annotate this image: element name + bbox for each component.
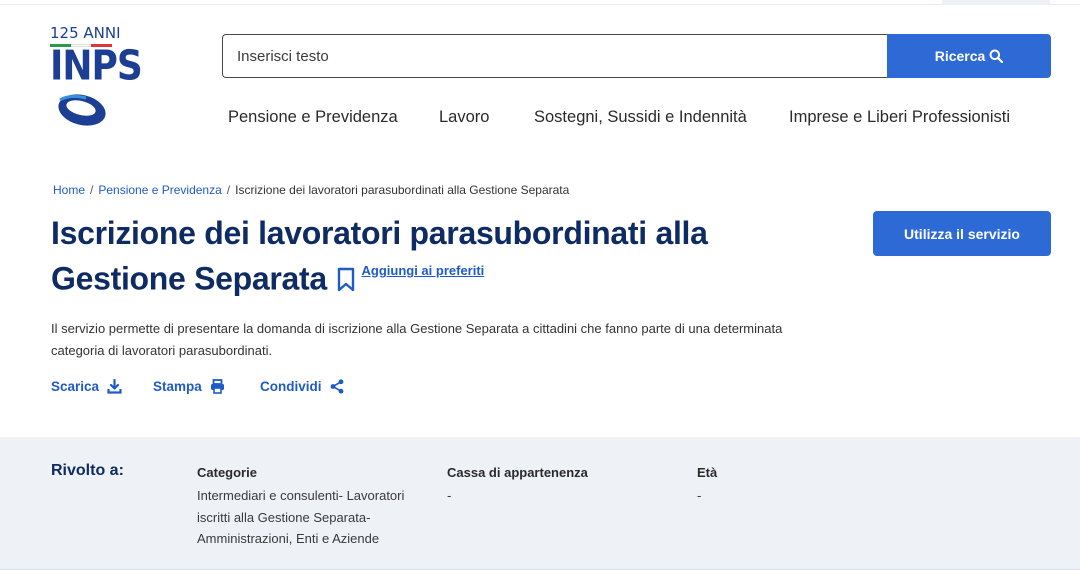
breadcrumb-separator: / [90, 183, 94, 197]
cassa-label: Cassa di appartenenza [447, 465, 588, 480]
breadcrumb-home[interactable]: Home [53, 183, 85, 197]
search-bar: Ricerca [222, 34, 1051, 78]
categories-value: Intermediari e consulenti- Lavoratori is… [197, 488, 405, 546]
nav-item-imprese[interactable]: Imprese e Liberi Professionisti [789, 108, 1010, 127]
nav-item-sostegni[interactable]: Sostegni, Sussidi e Indennità [534, 108, 747, 127]
bookmark-icon [337, 267, 354, 291]
nav-item-lavoro[interactable]: Lavoro [439, 108, 489, 127]
logo-anniversary: 125 ANNI [50, 24, 121, 42]
page-title: Iscrizione dei lavoratori parasubordinat… [51, 212, 771, 301]
share-action[interactable]: Condividi [260, 379, 344, 394]
page-title-line2: Gestione Separata [51, 260, 327, 297]
search-button-label: Ricerca [934, 48, 986, 64]
share-icon [330, 379, 343, 394]
cassa-column: Cassa di appartenenza - [447, 465, 667, 507]
eta-column: Età - [697, 465, 897, 507]
download-icon [107, 379, 122, 394]
inps-logo[interactable]: 125 ANNI INPS [50, 24, 143, 130]
target-title: Rivolto a: [51, 462, 124, 479]
target-audience-section: Rivolto a: Categorie Intermediari e cons… [0, 437, 1080, 570]
page-title-line1: Iscrizione dei lavoratori parasubordinat… [51, 215, 708, 251]
breadcrumb-separator: / [226, 183, 231, 197]
share-label: Condividi [260, 379, 322, 394]
breadcrumb: Home / Pensione e Previdenza / Iscrizione de… [53, 183, 569, 197]
download-label: Scarica [51, 379, 100, 394]
top-strip [0, 0, 1080, 5]
logo-brand: INPS [50, 42, 143, 90]
cassa-value: - [447, 488, 452, 503]
search-icon [989, 49, 1004, 63]
categories-label: Categorie [197, 465, 257, 480]
print-action[interactable]: Stampa [153, 379, 225, 394]
nav-item-pensione[interactable]: Pensione e Previdenza [228, 108, 398, 127]
breadcrumb-section[interactable]: Pensione e Previdenza [98, 183, 221, 197]
logo-emblem-icon [58, 94, 106, 126]
printer-icon [210, 379, 224, 394]
print-label: Stampa [153, 379, 202, 394]
service-description: Il servizio permette di presentare la do… [51, 321, 783, 358]
categories-column: Categorie Intermediari e consulenti- Lav… [197, 465, 417, 550]
eta-label: Età [697, 465, 718, 480]
search-button[interactable]: Ricerca [887, 34, 1051, 78]
breadcrumb-current: Iscrizione dei lavoratori parasubordinat… [235, 183, 570, 197]
eta-value: - [697, 488, 702, 503]
add-favorites[interactable]: Aggiungi ai preferiti [336, 255, 484, 298]
use-service-button[interactable]: Utilizza il servizio [873, 211, 1051, 256]
add-favorites-link[interactable]: Aggiungi ai preferiti [362, 249, 485, 292]
search-input[interactable] [222, 34, 887, 78]
top-tab-stub [942, 0, 1050, 5]
download-action[interactable]: Scarica [51, 379, 122, 394]
